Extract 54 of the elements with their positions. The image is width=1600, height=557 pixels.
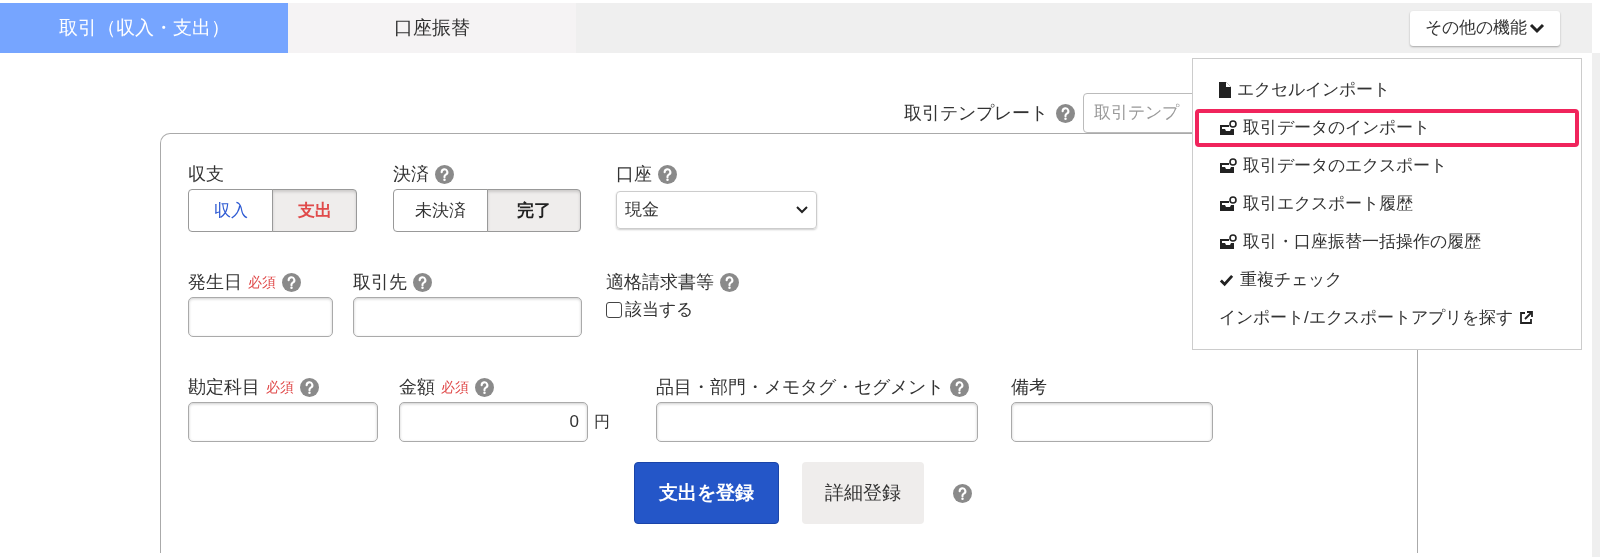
help-icon[interactable] bbox=[435, 164, 454, 184]
template-label: 取引テンプレート bbox=[904, 101, 1048, 125]
file-icon bbox=[1219, 82, 1231, 98]
field-label: 備考 bbox=[1011, 375, 1047, 399]
help-icon[interactable] bbox=[953, 483, 972, 503]
help-icon[interactable] bbox=[475, 377, 494, 397]
input-field[interactable]: 0 bbox=[399, 402, 588, 442]
account-select[interactable]: 現金 bbox=[616, 191, 817, 229]
unit-label: 円 bbox=[594, 412, 610, 432]
check-icon bbox=[1219, 272, 1234, 288]
inbox-icon bbox=[1219, 120, 1237, 136]
help-icon[interactable] bbox=[282, 272, 301, 292]
toggle-option[interactable]: 未決済 bbox=[393, 189, 488, 232]
input-field[interactable] bbox=[1011, 402, 1213, 442]
help-icon[interactable] bbox=[720, 272, 739, 292]
field-label: 金額 bbox=[399, 375, 435, 399]
inbox-icon bbox=[1219, 158, 1237, 174]
required-label: 必須 bbox=[441, 377, 469, 397]
tab[interactable]: 口座振替 bbox=[288, 3, 576, 53]
checkbox[interactable] bbox=[606, 301, 622, 318]
menu-item[interactable]: 取引・口座振替一括操作の履歴 bbox=[1195, 223, 1579, 261]
help-icon[interactable] bbox=[658, 164, 677, 184]
field-label: 取引先 bbox=[353, 270, 407, 294]
field-label: 収支 bbox=[188, 162, 224, 186]
inbox-icon bbox=[1219, 196, 1237, 212]
field-label: 品目・部門・メモタグ・セグメント bbox=[656, 375, 944, 399]
field-label: 発生日 bbox=[188, 270, 242, 294]
field-label: 適格請求書等 bbox=[606, 270, 714, 294]
field-label: 勘定科目 bbox=[188, 375, 260, 399]
field-label: 決済 bbox=[393, 162, 429, 186]
input-field[interactable] bbox=[656, 402, 978, 442]
menu-item[interactable]: 取引エクスポート履歴 bbox=[1195, 185, 1579, 223]
field-label: 口座 bbox=[616, 162, 652, 186]
chevron-icon bbox=[796, 206, 808, 214]
menu-item[interactable]: 重複チェック bbox=[1195, 261, 1579, 299]
help-icon[interactable] bbox=[950, 377, 969, 397]
help-icon[interactable] bbox=[300, 377, 319, 397]
toggle-option[interactable]: 完了 bbox=[486, 189, 581, 232]
detail-button[interactable]: 詳細登録 bbox=[802, 462, 924, 524]
toggle-option[interactable]: 収入 bbox=[188, 189, 273, 232]
menu-item[interactable]: 取引データのインポート bbox=[1195, 109, 1579, 147]
checkbox-label: 該当する bbox=[625, 299, 693, 321]
inbox-icon bbox=[1219, 234, 1237, 250]
input-field[interactable] bbox=[188, 402, 378, 442]
input-field[interactable] bbox=[353, 297, 582, 337]
required-label: 必須 bbox=[266, 377, 294, 397]
input-field[interactable] bbox=[188, 297, 333, 337]
help-icon[interactable] bbox=[413, 272, 432, 292]
register-button[interactable]: 支出を登録 bbox=[634, 462, 779, 524]
help-icon[interactable] bbox=[1056, 103, 1075, 123]
required-label: 必須 bbox=[248, 272, 276, 292]
menu-item[interactable]: インポート/エクスポートアプリを探す bbox=[1195, 299, 1579, 337]
menu-item[interactable]: 取引データのエクスポート bbox=[1195, 147, 1579, 185]
more-button[interactable]: その他の機能 bbox=[1410, 10, 1560, 46]
